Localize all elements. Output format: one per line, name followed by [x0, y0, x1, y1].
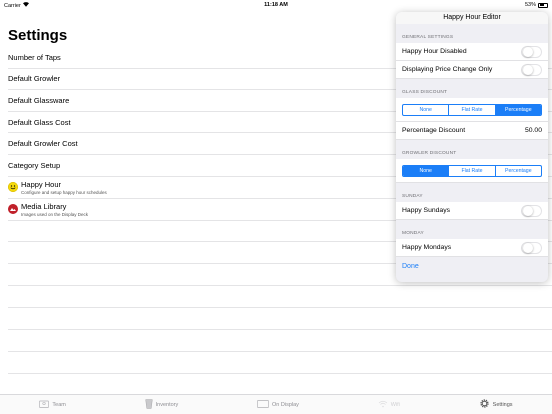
cell-label: Happy Mondays	[402, 244, 452, 251]
done-button[interactable]: Done	[396, 257, 548, 275]
glass-icon	[145, 398, 153, 411]
happy-mondays-toggle[interactable]	[521, 241, 542, 254]
tab-bar: Team Inventory On Display Wifi Settings	[0, 394, 552, 414]
tab-label: Inventory	[155, 401, 179, 408]
growler-discount-row: None Flat Rate Percentage	[396, 159, 548, 183]
growler-discount-none[interactable]: None	[403, 165, 449, 176]
divider	[8, 373, 552, 374]
tab-inventory[interactable]: Inventory	[145, 398, 179, 411]
section-header-general: GENERAL SETTINGS	[402, 35, 454, 40]
happy-hour-disabled-toggle[interactable]	[521, 45, 542, 58]
glass-discount-none[interactable]: None	[403, 105, 448, 115]
setting-label: Default Growler Cost	[8, 139, 78, 149]
section-header-glass-discount: GLASS DISCOUNT	[402, 90, 448, 95]
setting-label: Number of Taps	[8, 52, 61, 62]
smiley-icon	[8, 182, 18, 193]
glass-discount-segmented-control: None Flat Rate Percentage	[402, 103, 542, 116]
glass-discount-row: None Flat Rate Percentage	[396, 98, 548, 122]
setting-subtitle: Images used on the Display Deck	[21, 211, 89, 217]
happy-mondays-row: Happy Mondays	[396, 239, 548, 257]
happy-hour-disabled-row: Happy Hour Disabled	[396, 43, 548, 61]
status-bar: Carrier 11:18 AM 53%	[0, 0, 552, 10]
happy-hour-editor-popover: Happy Hour Editor GENERAL SETTINGS Happy…	[396, 12, 548, 282]
display-icon	[257, 399, 269, 410]
tab-label: Wifi	[390, 401, 400, 408]
setting-label: Default Growler	[8, 74, 61, 84]
price-change-only-row: Displaying Price Change Only	[396, 61, 548, 79]
tab-label: On Display	[272, 401, 299, 408]
growler-discount-flat-rate[interactable]: Flat Rate	[448, 165, 494, 176]
battery-info: 53%	[525, 2, 548, 8]
clock: 11:18 AM	[264, 2, 288, 8]
setting-label: Happy Hour	[21, 179, 62, 189]
team-icon	[39, 399, 50, 410]
cell-label: Happy Sundays	[402, 207, 450, 214]
cell-label: Percentage Discount	[402, 127, 466, 134]
page-title: Settings	[8, 27, 68, 44]
cell-label: Happy Hour Disabled	[402, 48, 467, 55]
setting-label: Category Setup	[8, 160, 61, 170]
setting-label: Default Glass Cost	[8, 117, 71, 127]
growler-discount-segmented-control: None Flat Rate Percentage	[402, 164, 542, 177]
battery-percent: 53%	[524, 2, 536, 8]
tab-on-display[interactable]: On Display	[257, 399, 299, 410]
happy-sundays-row: Happy Sundays	[396, 202, 548, 220]
price-change-only-toggle[interactable]	[521, 63, 542, 76]
media-library-icon	[8, 204, 18, 215]
wifi-icon	[378, 400, 388, 410]
battery-icon	[538, 2, 548, 8]
divider	[8, 307, 552, 308]
divider	[8, 351, 552, 352]
glass-discount-flat-rate[interactable]: Flat Rate	[448, 104, 494, 115]
divider	[8, 329, 552, 330]
section-header-monday: MONDAY	[402, 231, 424, 236]
percentage-discount-row[interactable]: Percentage Discount 50.00	[396, 122, 548, 140]
divider	[8, 285, 552, 286]
tab-label: Settings	[492, 401, 513, 408]
happy-sundays-toggle[interactable]	[521, 204, 542, 217]
setting-label: Default Glassware	[8, 95, 70, 105]
popover-title: Happy Hour Editor	[396, 12, 548, 24]
setting-subtitle: Configure and setup happy hour schedules	[21, 189, 107, 195]
percentage-discount-value[interactable]: 50.00	[525, 127, 542, 134]
tab-settings[interactable]: Settings	[479, 398, 513, 411]
setting-label: Media Library	[21, 201, 67, 211]
growler-discount-percentage[interactable]: Percentage	[494, 165, 541, 176]
tab-label: Team	[52, 401, 66, 408]
gear-icon	[479, 398, 490, 411]
tab-wifi: Wifi	[378, 400, 400, 410]
cell-label: Displaying Price Change Only	[402, 66, 493, 73]
section-header-sunday: SUNDAY	[402, 194, 423, 199]
tab-team[interactable]: Team	[39, 399, 66, 410]
section-header-growler-discount: GROWLER DISCOUNT	[402, 151, 457, 156]
glass-discount-percentage[interactable]: Percentage	[494, 104, 541, 115]
